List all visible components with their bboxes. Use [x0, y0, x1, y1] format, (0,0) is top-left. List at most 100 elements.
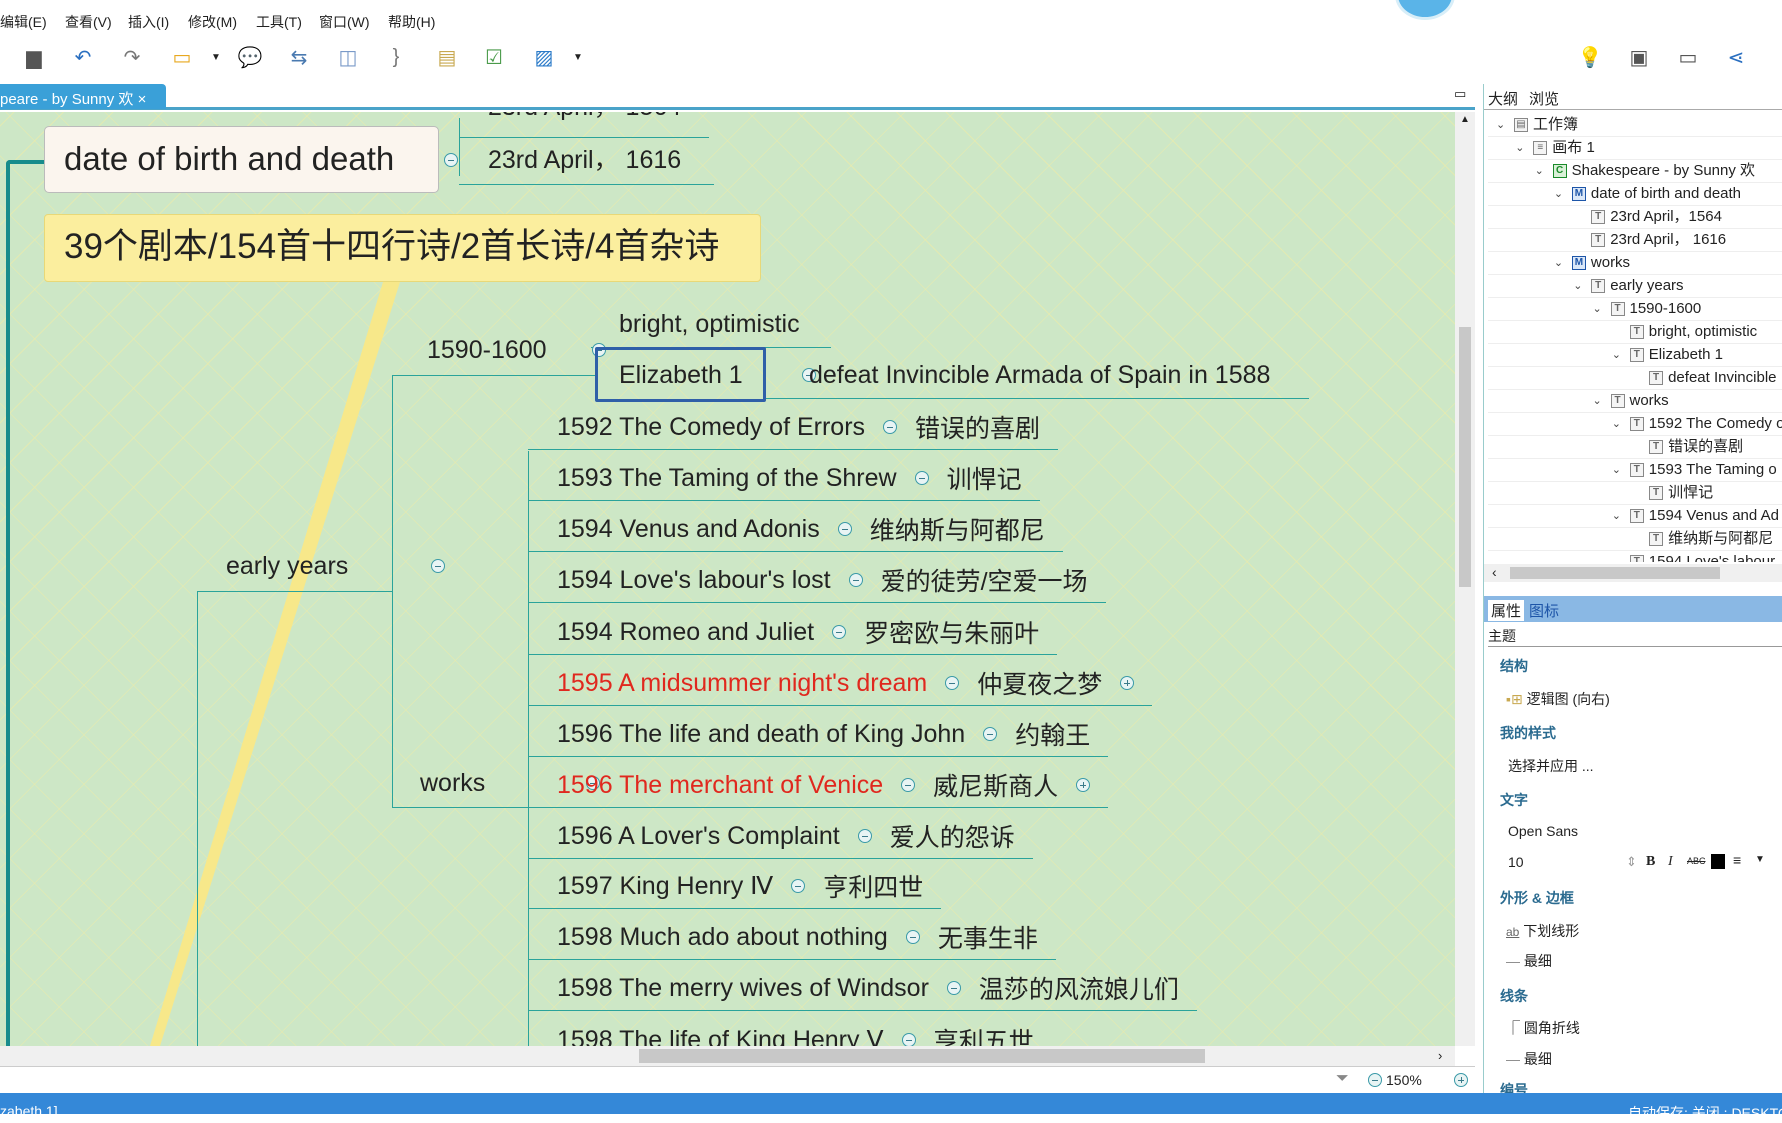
outline-item[interactable]: ⌄ T 1593 The Taming o	[1488, 459, 1782, 482]
filter-icon[interactable]: ⏷	[1336, 1070, 1349, 1088]
note-icon[interactable]: ▤	[434, 44, 460, 70]
chevron-down-icon[interactable]: ⌄	[1612, 459, 1621, 481]
work-row[interactable]: 1598 Much ado about nothing 无事生非	[528, 915, 1056, 960]
italic-icon[interactable]: I	[1668, 854, 1673, 870]
work-row[interactable]: 1594 Romeo and Juliet 罗密欧与朱丽叶	[528, 610, 1058, 655]
menu-modify[interactable]: 修改(M)	[188, 12, 237, 32]
outline-item[interactable]: ⌄ ▤ 工作簿	[1488, 114, 1782, 137]
collapse-icon[interactable]	[983, 727, 998, 741]
outline-item[interactable]: ⌄ Tearly years	[1488, 275, 1782, 298]
collapse-icon[interactable]	[444, 153, 458, 167]
dropdown-icon[interactable]: ▼	[565, 44, 591, 70]
tab-outline[interactable]: 大纲	[1488, 88, 1518, 109]
topic-icon[interactable]: ▭	[169, 44, 195, 70]
outline-item[interactable]: T 训悍记	[1488, 482, 1782, 505]
collapse-icon[interactable]	[837, 522, 852, 536]
outline-scroll-thumb[interactable]	[1510, 567, 1720, 579]
work-chinese-title[interactable]: 训悍记	[947, 460, 1022, 496]
zoom-out-icon[interactable]	[1368, 1073, 1382, 1087]
work-title[interactable]: 1594 Romeo and Juliet	[557, 618, 814, 647]
outline-item[interactable]: ⌄ T 1594 Love's labour	[1488, 551, 1782, 562]
work-row[interactable]: 1596 The life and death of King John 约翰王	[528, 712, 1109, 757]
work-title[interactable]: 1598 The life of King Henry Ⅴ	[557, 1025, 884, 1046]
outline-item[interactable]: T 错误的喜剧	[1488, 436, 1782, 459]
line-width-select[interactable]: — 最细	[1506, 1049, 1552, 1069]
strikethrough-icon[interactable]: ABC	[1687, 856, 1706, 866]
structure-option[interactable]: ▪⊞ 逻辑图 (向右)	[1506, 689, 1610, 709]
chevron-down-icon[interactable]: ⌄	[1612, 505, 1621, 527]
save-icon[interactable]: ▆	[21, 44, 47, 70]
work-title[interactable]: 1594 Venus and Adonis	[557, 515, 820, 544]
collapse-icon[interactable]	[883, 420, 898, 434]
work-chinese-title[interactable]: 无事生非	[938, 919, 1038, 955]
work-chinese-title[interactable]: 约翰王	[1015, 716, 1090, 752]
outline-item[interactable]: ⌄ C Shakespeare - by Sunny 欢	[1488, 160, 1782, 183]
idea-icon[interactable]: 💡	[1577, 44, 1603, 70]
collapse-icon[interactable]	[905, 930, 920, 944]
summary-callout[interactable]: 39个剧本/154首十四行诗/2首长诗/4首杂诗	[44, 214, 761, 282]
menu-insert[interactable]: 插入(I)	[128, 12, 169, 32]
outline-item[interactable]: ⌄ T 1594 Venus and Ad	[1488, 505, 1782, 528]
collapse-icon[interactable]	[901, 1033, 916, 1046]
close-icon[interactable]: ×	[138, 91, 147, 108]
shape-select[interactable]: ab 下划线形	[1506, 921, 1579, 941]
work-title[interactable]: 1597 King Henry Ⅳ	[557, 871, 773, 901]
horizontal-scrollbar[interactable]: ›	[0, 1046, 1455, 1066]
chevron-down-icon[interactable]: ⌄	[1515, 137, 1524, 159]
work-row[interactable]: 1594 Love's labour's lost 爱的徒劳/空爱一场	[528, 558, 1106, 603]
work-row[interactable]: 1595 A midsummer night's dream 仲夏夜之梦	[528, 661, 1153, 706]
zoom-in-icon[interactable]	[1454, 1073, 1469, 1087]
work-title[interactable]: 1598 The merry wives of Windsor	[557, 974, 929, 1003]
dropdown-icon[interactable]: ▼	[203, 44, 229, 70]
style-picker[interactable]: 选择并应用 ...	[1508, 756, 1594, 776]
collapse-icon[interactable]	[832, 625, 847, 639]
outline-item[interactable]: ⌄ Tworks	[1488, 390, 1782, 413]
boundary-icon[interactable]: ◫	[335, 44, 361, 70]
work-chinese-title[interactable]: 错误的喜剧	[915, 409, 1040, 445]
chevron-down-icon[interactable]: ⌄	[1554, 252, 1563, 274]
outline-item[interactable]: ⌄ T Elizabeth 1	[1488, 344, 1782, 367]
chevron-down-icon[interactable]: ⌄	[1593, 298, 1602, 320]
period-node[interactable]: 1590-1600	[427, 335, 547, 365]
text-color-swatch[interactable]	[1711, 854, 1725, 869]
menu-window[interactable]: 窗口(W)	[319, 12, 370, 32]
date-of-birth-and-death-node[interactable]: date of birth and death	[44, 126, 439, 193]
work-title[interactable]: 1594 Love's labour's lost	[557, 566, 831, 595]
expand-icon[interactable]	[1076, 778, 1091, 792]
work-title[interactable]: 1598 Much ado about nothing	[557, 923, 888, 952]
birth-date-node[interactable]: 23rd April， 1564	[488, 112, 681, 122]
scroll-up-icon[interactable]: ▲	[1460, 114, 1470, 125]
work-row[interactable]: 1598 The life of King Henry Ⅴ 亨利五世	[528, 1018, 1052, 1046]
menu-edit[interactable]: 编辑(E)	[0, 12, 47, 32]
work-chinese-title[interactable]: 维纳斯与阿都尼	[870, 511, 1045, 547]
share-icon[interactable]: ⋖	[1723, 44, 1749, 70]
chevron-down-icon[interactable]: ⌄	[1612, 344, 1621, 366]
early-years-node[interactable]: early years	[226, 551, 348, 581]
work-title[interactable]: 1593 The Taming of the Shrew	[557, 464, 897, 493]
redo-icon[interactable]: ↷	[119, 44, 145, 70]
border-width-select[interactable]: — 最细	[1506, 951, 1552, 971]
vertical-scrollbar[interactable]: ▲	[1455, 112, 1475, 1046]
align-dropdown-icon[interactable]: ▼	[1755, 854, 1765, 865]
work-chinese-title[interactable]: 温莎的风流娘儿们	[979, 970, 1179, 1006]
align-icon[interactable]: ≡	[1733, 852, 1741, 868]
outline-item[interactable]: Tbright, optimistic	[1488, 321, 1782, 344]
defeat-armada-node[interactable]: defeat Invincible Armada of Spain in 158…	[809, 360, 1270, 390]
collapse-icon[interactable]	[914, 471, 929, 485]
work-row[interactable]: 1597 King Henry Ⅳ 亨利四世	[528, 864, 942, 909]
chevron-down-icon[interactable]: ⌄	[1593, 390, 1602, 412]
undo-icon[interactable]: ↶	[70, 44, 96, 70]
outline-item[interactable]: T 维纳斯与阿都尼	[1488, 528, 1782, 551]
work-title[interactable]: 1596 The life and death of King John	[557, 720, 965, 749]
collapse-icon[interactable]	[857, 829, 872, 843]
collapse-icon[interactable]	[791, 879, 806, 893]
work-chinese-title[interactable]: 罗密欧与朱丽叶	[864, 614, 1039, 650]
collapse-icon[interactable]	[848, 573, 863, 587]
menu-view[interactable]: 查看(V)	[65, 12, 112, 32]
work-row[interactable]: 1596 A Lover's Complaint 爱人的怨诉	[528, 814, 1033, 859]
tab-browse[interactable]: 浏览	[1529, 88, 1559, 109]
collapse-icon[interactable]	[946, 981, 961, 995]
bold-icon[interactable]: B	[1646, 854, 1655, 870]
menu-help[interactable]: 帮助(H)	[388, 12, 435, 32]
tab-properties[interactable]: 属性	[1488, 600, 1525, 621]
